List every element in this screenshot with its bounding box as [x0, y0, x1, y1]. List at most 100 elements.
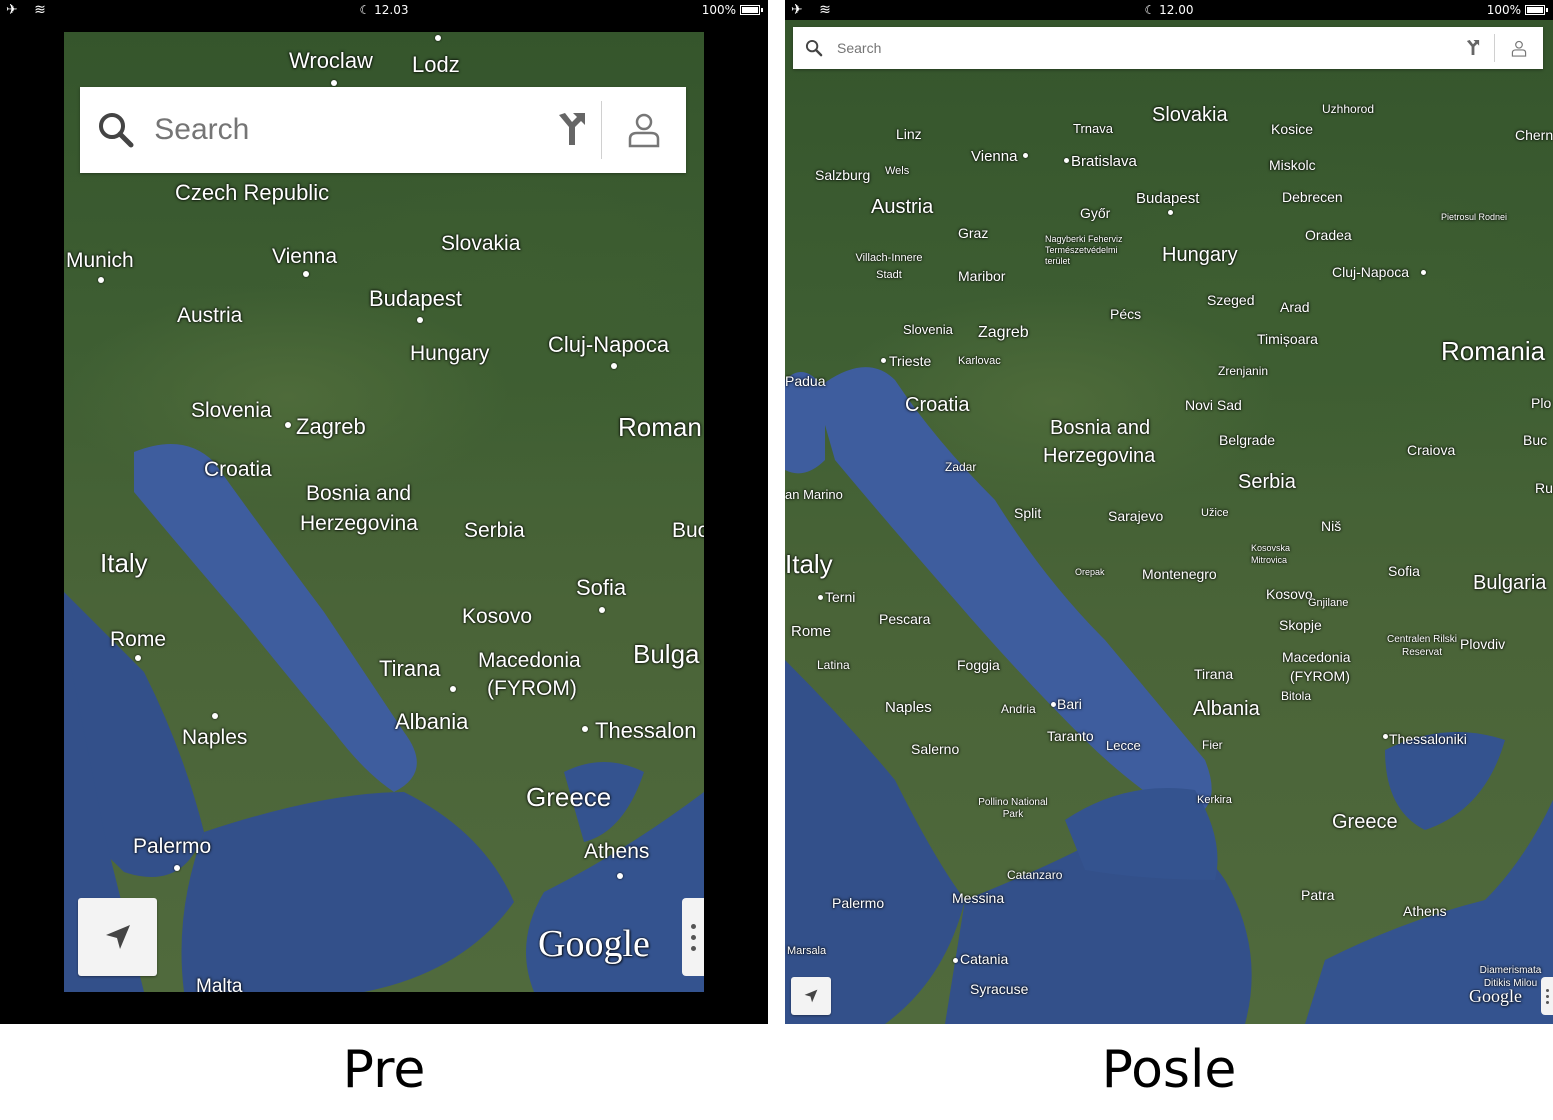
- status-bar: ✈ ︎≋ ☾ 12.00 100%: [785, 0, 1553, 20]
- status-battery: 100%: [1487, 3, 1548, 17]
- label-pecs: Pécs: [1110, 306, 1142, 322]
- label-bosnia-line1: Bosnia and: [1050, 417, 1151, 439]
- profile-icon[interactable]: [602, 87, 686, 173]
- city-dot: [818, 595, 823, 600]
- label-latina: Latina: [817, 658, 850, 672]
- label-gyor: Győr: [1080, 205, 1111, 221]
- satellite-map[interactable]: Slovakia Uzhhorod Trnava Kosice Linz Vie…: [785, 20, 1553, 1024]
- label-trnava: Trnava: [1073, 121, 1113, 136]
- city-dot: [135, 655, 141, 661]
- more-options-tab[interactable]: [1541, 977, 1553, 1015]
- label-palermo: Palermo: [832, 895, 885, 911]
- label-miskolc: Miskolc: [1269, 157, 1316, 173]
- directions-icon[interactable]: [1452, 27, 1494, 69]
- satellite-map[interactable]: Wroclaw Lodz Czech Republic Munich Vienn…: [64, 32, 704, 992]
- label-patra: Patra: [1301, 887, 1335, 903]
- more-options-tab[interactable]: [682, 898, 704, 976]
- my-location-button[interactable]: [791, 977, 831, 1015]
- label-palermo: Palermo: [133, 835, 212, 858]
- label-slovenia: Slovenia: [191, 399, 272, 422]
- label-czech-republic: Czech Republic: [175, 180, 330, 205]
- label-slovakia: Slovakia: [1152, 104, 1228, 126]
- label-lecce: Lecce: [1106, 738, 1141, 753]
- label-zadar: Zadar: [945, 460, 977, 474]
- ipad-screen-posle: Slovakia Uzhhorod Trnava Kosice Linz Vie…: [785, 0, 1553, 1024]
- search-input[interactable]: [835, 39, 1452, 57]
- label-croatia: Croatia: [905, 394, 970, 416]
- my-location-button[interactable]: [78, 898, 157, 976]
- label-athens: Athens: [1403, 903, 1447, 919]
- google-logo: Google: [1469, 986, 1522, 1006]
- label-vienna: Vienna: [971, 148, 1018, 165]
- label-serbia: Serbia: [464, 519, 525, 542]
- label-greece: Greece: [526, 782, 612, 812]
- caption-pre: Pre: [342, 1040, 426, 1100]
- dot-icon: [1545, 994, 1549, 998]
- dot-icon: [690, 923, 696, 929]
- label-cluj-napoca: Cluj-Napoca: [548, 332, 670, 357]
- status-battery: 100%: [702, 3, 763, 17]
- label-rilski-reservat: Centralen Rilski Reservat: [1386, 634, 1458, 658]
- city-dot: [617, 873, 623, 879]
- label-ru: Ru: [1535, 480, 1553, 496]
- label-belgrade: Belgrade: [1219, 432, 1276, 448]
- label-debrecen: Debrecen: [1282, 189, 1343, 205]
- label-padua: Padua: [785, 373, 826, 389]
- label-timisoara: Timișoara: [1257, 331, 1318, 347]
- caption-posle: Posle: [1101, 1040, 1237, 1100]
- label-kerkira: Kerkira: [1197, 794, 1232, 806]
- label-naples: Naples: [182, 726, 248, 749]
- label-cluj-napoca: Cluj-Napoca: [1332, 264, 1410, 280]
- label-romania: Romania: [1441, 336, 1546, 366]
- city-dot: [953, 958, 958, 963]
- search-input[interactable]: [152, 112, 543, 148]
- city-dot: [1383, 734, 1388, 739]
- label-pollino-national-park: Pollino National Park: [978, 797, 1048, 820]
- label-macedonia-line2: (FYROM): [1290, 668, 1350, 684]
- label-fier: Fier: [1202, 738, 1223, 752]
- label-gnjilane: Gnjilane: [1308, 597, 1349, 609]
- label-tirana: Tirana: [379, 656, 441, 681]
- label-bulgaria: Bulga: [633, 639, 700, 669]
- label-sofia: Sofia: [576, 575, 627, 600]
- label-linz: Linz: [896, 126, 922, 142]
- label-kosovska-mitrovica: Kosovska Mitrovica: [1251, 543, 1291, 565]
- label-croatia: Croatia: [204, 458, 272, 481]
- label-macedonia-line2: (FYROM): [487, 677, 577, 700]
- search-icon[interactable]: [793, 27, 835, 69]
- label-foggia: Foggia: [957, 657, 1000, 673]
- search-bar: [793, 27, 1543, 69]
- label-thessaloniki: Thessaloniki: [1389, 731, 1467, 747]
- label-serbia: Serbia: [1238, 471, 1296, 493]
- label-nagyberki: Nagyberki Feherviz Természetvédelmi terü…: [1045, 234, 1123, 266]
- label-albania: Albania: [1193, 698, 1260, 720]
- label-oradea: Oradea: [1305, 227, 1352, 243]
- label-marsala: Marsala: [787, 945, 827, 957]
- directions-icon[interactable]: [542, 87, 601, 173]
- label-andria: Andria: [1001, 702, 1036, 716]
- city-dot: [1023, 153, 1028, 158]
- label-thessaloniki: Thessalon: [595, 718, 697, 743]
- search-bar: [80, 87, 686, 173]
- label-montenegro: Montenegro: [1142, 566, 1217, 582]
- profile-icon[interactable]: [1495, 27, 1543, 69]
- city-dot: [98, 277, 104, 283]
- battery-icon: [1525, 5, 1548, 15]
- label-munich: Munich: [66, 249, 134, 272]
- label-albania: Albania: [395, 709, 469, 734]
- label-salerno: Salerno: [911, 741, 960, 757]
- label-pietrosul-rodnei: Pietrosul Rodnei: [1441, 212, 1508, 222]
- city-dot: [285, 422, 291, 428]
- label-san-marino: an Marino: [785, 487, 843, 502]
- dot-icon: [690, 945, 696, 951]
- label-bitola: Bitola: [1281, 689, 1312, 703]
- label-tirana: Tirana: [1194, 666, 1234, 682]
- label-graz: Graz: [958, 225, 989, 241]
- label-rome: Rome: [791, 623, 832, 640]
- city-dot: [582, 726, 588, 732]
- label-bucharest: Buc: [672, 519, 704, 542]
- search-icon[interactable]: [80, 87, 152, 173]
- label-kosice: Kosice: [1271, 121, 1314, 137]
- label-sarajevo: Sarajevo: [1108, 508, 1164, 524]
- label-lodz: Lodz: [412, 52, 460, 77]
